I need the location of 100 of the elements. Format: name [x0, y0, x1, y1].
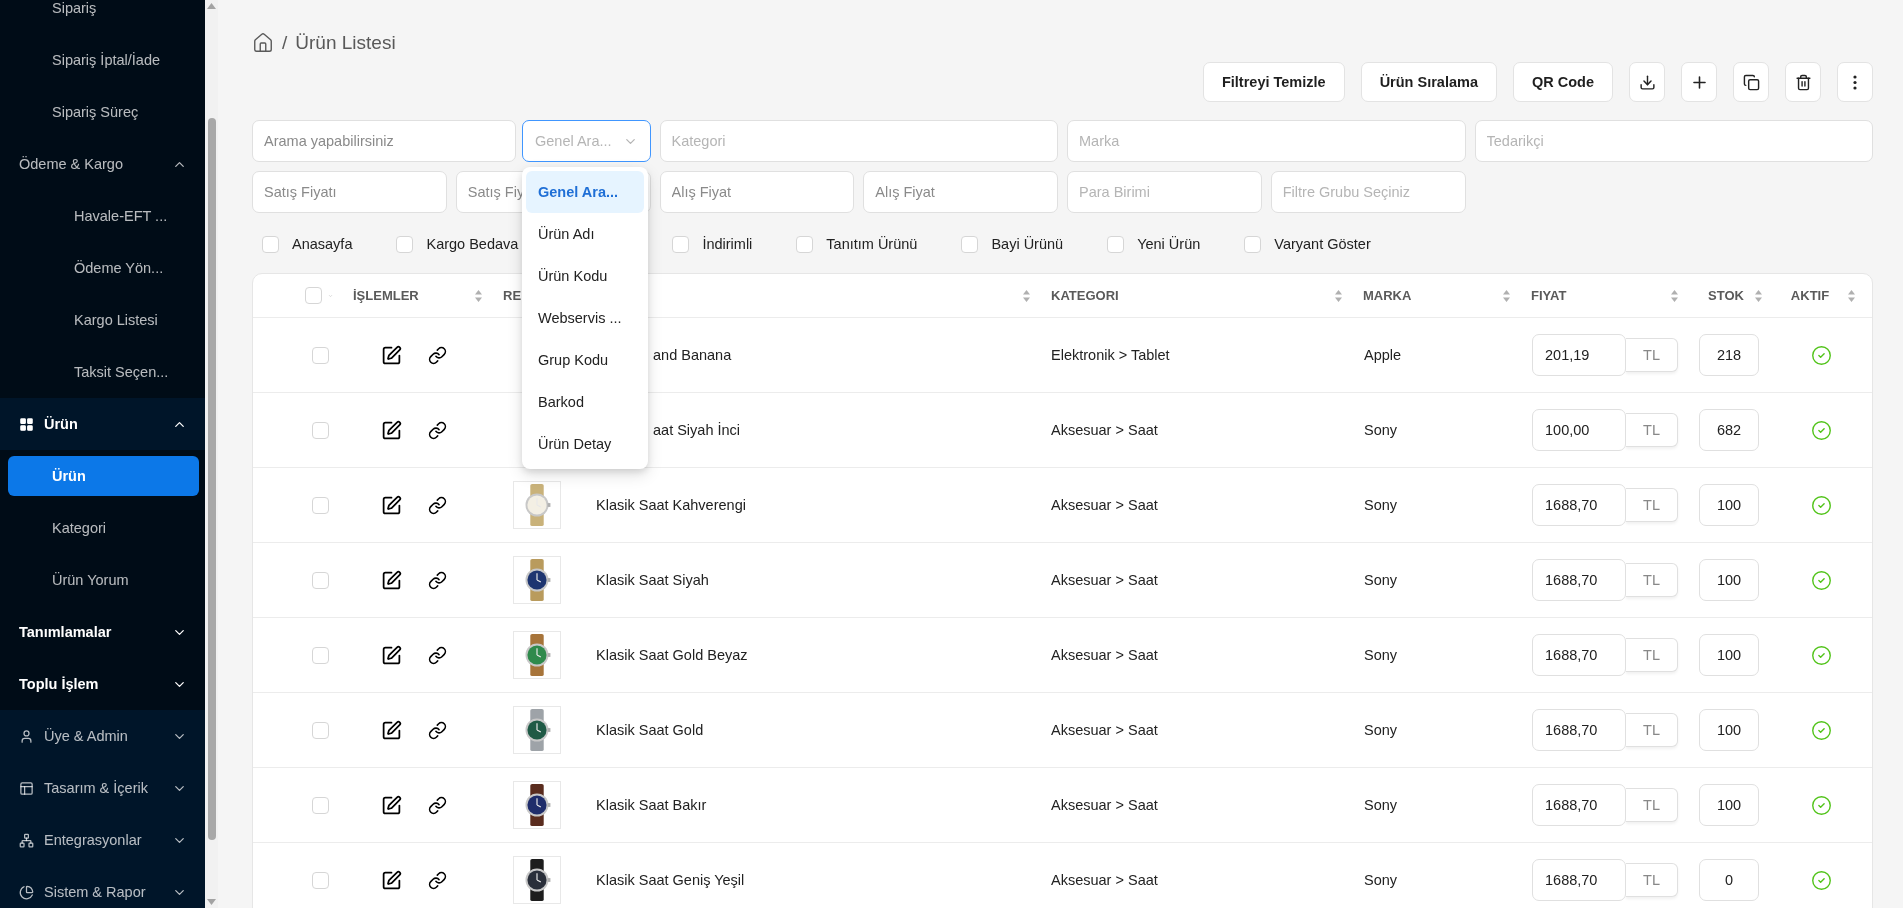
checkbox[interactable] [311, 496, 329, 514]
home-icon[interactable] [252, 32, 274, 54]
sort-icon[interactable] [1754, 288, 1763, 303]
filter-field[interactable]: Marka [1067, 120, 1466, 162]
menu-item[interactable]: Ürün Yorum [8, 560, 199, 600]
menu-item[interactable]: Taksit Seçen... [8, 352, 199, 392]
stock-field[interactable]: 100 [1699, 709, 1759, 751]
link-icon[interactable] [428, 345, 447, 365]
price-field[interactable]: 100,00 [1532, 409, 1626, 451]
price-field[interactable]: 1688,70 [1532, 784, 1626, 826]
scrollbar[interactable] [205, 0, 218, 908]
checkbox[interactable] [311, 871, 329, 889]
filter-field[interactable]: Para Birimi [1067, 171, 1262, 213]
menu-item[interactable]: Kategori [8, 508, 199, 548]
checkbox[interactable] [1107, 235, 1125, 253]
link-icon[interactable] [428, 720, 447, 740]
filter-field[interactable]: Filtre Grubu Seçiniz [1270, 171, 1466, 213]
menu-item[interactable]: Sipariş Süreç [8, 92, 199, 132]
link-icon[interactable] [428, 645, 447, 665]
stock-field[interactable]: 0 [1699, 859, 1759, 901]
dropdown-option[interactable]: Webservis ... [526, 297, 644, 339]
sort-icon[interactable] [1334, 288, 1343, 303]
checkbox[interactable] [305, 287, 322, 304]
checkbox[interactable] [311, 571, 329, 589]
dropdown-option[interactable]: Ürün Kodu [526, 255, 644, 297]
price-field[interactable]: 201,19 [1532, 334, 1626, 376]
price-field[interactable]: 1688,70 [1532, 634, 1626, 676]
menu-item[interactable]: Havale-EFT ... [8, 196, 199, 236]
checkbox[interactable] [311, 346, 329, 364]
search-field[interactable]: Arama yapabilirsiniz [252, 120, 516, 162]
checkbox[interactable] [311, 796, 329, 814]
stock-field[interactable]: 218 [1699, 334, 1759, 376]
menu-item[interactable]: Sipariş [8, 0, 199, 28]
stock-field[interactable]: 100 [1699, 784, 1759, 826]
copy-button[interactable] [1733, 62, 1769, 102]
checkbox[interactable] [311, 646, 329, 664]
stock-field[interactable]: 682 [1699, 409, 1759, 451]
sort-icon[interactable] [1502, 288, 1511, 303]
product-name: aat Siyah İnci [653, 422, 741, 438]
menu-group[interactable]: Ürün [0, 398, 205, 450]
link-icon[interactable] [428, 570, 447, 590]
checkbox[interactable] [1244, 235, 1262, 253]
edit-icon[interactable] [381, 419, 402, 441]
price-field[interactable]: 1688,70 [1532, 484, 1626, 526]
filter-field[interactable]: Alış Fiyat [659, 171, 855, 213]
scroll-up-icon[interactable] [207, 3, 216, 9]
toolbar-button[interactable]: QR Code [1512, 62, 1613, 102]
menu-group[interactable]: Entegrasyonlar [0, 814, 205, 866]
menu-item[interactable]: Sipariş İptal/İade [8, 40, 199, 80]
checkbox[interactable] [672, 235, 690, 253]
stock-field[interactable]: 100 [1699, 559, 1759, 601]
edit-icon[interactable] [381, 719, 402, 741]
toolbar-button[interactable]: Filtreyi Temizle [1202, 62, 1345, 102]
link-icon[interactable] [428, 795, 447, 815]
dropdown-option[interactable]: Barkod [526, 381, 644, 423]
price-field[interactable]: 1688,70 [1532, 559, 1626, 601]
link-icon[interactable] [428, 420, 447, 440]
menu-item[interactable]: Ödeme Yön... [8, 248, 199, 288]
dropdown-option[interactable]: Grup Kodu [526, 339, 644, 381]
dropdown-option[interactable]: Ürün Adı [526, 213, 644, 255]
price-field[interactable]: 1688,70 [1532, 859, 1626, 901]
more-button[interactable] [1837, 62, 1873, 102]
menu-group[interactable]: Üye & Admin [0, 710, 205, 762]
edit-icon[interactable] [381, 494, 402, 516]
filter-field[interactable]: Satış Fiyatı [252, 171, 447, 213]
filter-field[interactable]: Alış Fiyat [863, 171, 1058, 213]
edit-icon[interactable] [381, 344, 402, 366]
filter-field[interactable]: Tedarikçi [1474, 120, 1873, 162]
sort-icon[interactable] [1670, 288, 1679, 303]
edit-icon[interactable] [381, 644, 402, 666]
sort-icon[interactable] [1022, 288, 1031, 303]
filter-field[interactable]: Kategori [659, 120, 1058, 162]
checkbox[interactable] [961, 235, 979, 253]
checkbox[interactable] [262, 235, 279, 253]
add-button[interactable] [1681, 62, 1717, 102]
scroll-down-icon[interactable] [207, 899, 216, 905]
edit-icon[interactable] [381, 569, 402, 591]
category-text: Elektronik > Tablet [1051, 347, 1170, 363]
toolbar-button[interactable]: Ürün Sıralama [1360, 62, 1497, 102]
download-button[interactable] [1629, 62, 1665, 102]
delete-button[interactable] [1785, 62, 1821, 102]
edit-icon[interactable] [381, 869, 402, 891]
stock-field[interactable]: 100 [1699, 484, 1759, 526]
dropdown-option[interactable]: Ürün Detay [526, 423, 644, 465]
stock-field[interactable]: 100 [1699, 634, 1759, 676]
menu-group[interactable]: Sistem & Rapor [0, 866, 205, 908]
menu-item[interactable]: Kargo Listesi [8, 300, 199, 340]
checkbox[interactable] [311, 721, 329, 739]
sort-icon[interactable] [1847, 288, 1857, 303]
price-field[interactable]: 1688,70 [1532, 709, 1626, 751]
edit-icon[interactable] [381, 794, 402, 816]
checkbox[interactable] [311, 421, 329, 439]
menu-item[interactable]: Ürün [8, 456, 199, 496]
dropdown-option[interactable]: Genel Ara... [526, 171, 644, 213]
link-icon[interactable] [428, 495, 447, 515]
checkbox[interactable] [796, 235, 814, 253]
link-icon[interactable] [428, 870, 447, 890]
sort-icon[interactable] [474, 288, 483, 303]
checkbox[interactable] [396, 235, 414, 253]
menu-group[interactable]: Tasarım & İçerik [0, 762, 205, 814]
